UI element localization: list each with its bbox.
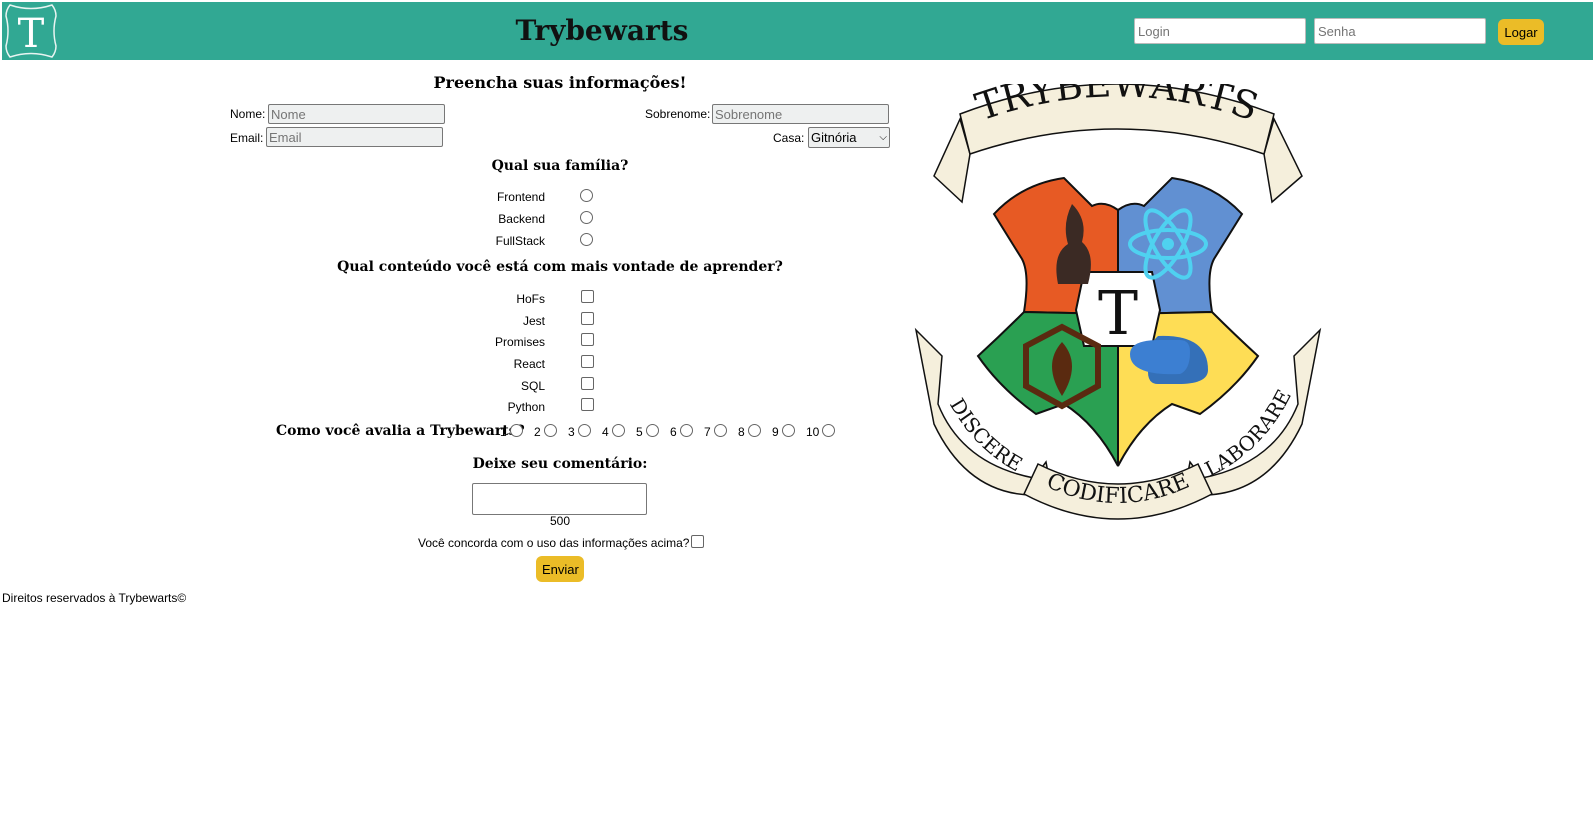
- name-input[interactable]: [268, 104, 445, 124]
- rating-label: 2: [534, 425, 541, 439]
- content-option[interactable]: Jest: [460, 312, 660, 330]
- header: T Trybewarts Logar: [2, 2, 1593, 60]
- email-input[interactable]: [266, 127, 443, 147]
- rating-label: 7: [704, 425, 711, 439]
- content-option[interactable]: HoFs: [460, 290, 660, 308]
- content-checkbox-react[interactable]: [581, 355, 594, 368]
- content-title: Qual conteúdo você está com mais vontade…: [337, 259, 783, 275]
- surname-input[interactable]: [712, 104, 889, 124]
- rating-label: 8: [738, 425, 745, 439]
- rating-radio[interactable]: [510, 424, 523, 437]
- footer-text: Direitos reservados à Trybewarts©: [2, 591, 187, 605]
- rating-label: 6: [670, 425, 677, 439]
- rating-label: 1: [500, 425, 507, 439]
- content-option-label: Python: [507, 400, 545, 414]
- house-select-value: Gitnória: [811, 130, 857, 145]
- family-option[interactable]: Frontend: [460, 188, 660, 206]
- svg-text:T: T: [1098, 279, 1138, 349]
- rating-title: Como você avalia a Trybewarts?: [276, 423, 525, 439]
- content-option-label: SQL: [520, 379, 545, 393]
- content-option[interactable]: Promises: [460, 333, 660, 351]
- rating-radio[interactable]: [748, 424, 761, 437]
- rating-radio[interactable]: [612, 424, 625, 437]
- rating-label: 10: [806, 425, 820, 439]
- content-option[interactable]: React: [460, 355, 660, 373]
- content-option[interactable]: Python: [460, 398, 660, 416]
- login-button[interactable]: Logar: [1498, 19, 1544, 45]
- rating-radio[interactable]: [714, 424, 727, 437]
- chevron-down-icon: ⌵: [879, 132, 887, 143]
- shield: T: [976, 176, 1260, 467]
- rating-radio[interactable]: [544, 424, 557, 437]
- email-label: Email:: [230, 131, 264, 145]
- rating-radio[interactable]: [680, 424, 693, 437]
- rating-radio[interactable]: [822, 424, 835, 437]
- comment-textarea[interactable]: [472, 483, 647, 515]
- top-banner: TRYBEWARTS: [933, 84, 1303, 204]
- comment-title: Deixe seu comentário:: [472, 456, 648, 472]
- content-option-label: Promises: [494, 335, 545, 349]
- brand-title: Trybewarts: [515, 14, 689, 47]
- content-checkbox-promises[interactable]: [581, 333, 594, 346]
- rating-radio[interactable]: [646, 424, 659, 437]
- form-title: Preencha suas informações!: [433, 73, 687, 92]
- family-option-label: Frontend: [496, 190, 545, 204]
- password-input[interactable]: [1314, 18, 1486, 44]
- agreement-checkbox[interactable]: [691, 535, 704, 548]
- content-option-label: Jest: [522, 314, 545, 328]
- content-checkbox-jest[interactable]: [581, 312, 594, 325]
- agreement-label: Você concorda com o uso das informações …: [418, 536, 690, 550]
- rating-label: 9: [772, 425, 779, 439]
- family-option-label: FullStack: [495, 234, 545, 248]
- content-checkbox-hofs[interactable]: [581, 290, 594, 303]
- comment-counter: 500: [549, 514, 571, 528]
- family-option[interactable]: FullStack: [460, 232, 660, 250]
- rating-radio[interactable]: [782, 424, 795, 437]
- rating-label: 4: [602, 425, 609, 439]
- submit-button[interactable]: Enviar: [536, 556, 584, 582]
- rating-label: 5: [636, 425, 643, 439]
- family-radio-backend[interactable]: [580, 211, 593, 224]
- content-option-label: React: [513, 357, 545, 371]
- content-checkbox-sql[interactable]: [581, 377, 594, 390]
- login-input[interactable]: [1134, 18, 1306, 44]
- rating-label: 3: [568, 425, 575, 439]
- family-radio-fullstack[interactable]: [580, 233, 593, 246]
- family-radio-frontend[interactable]: [580, 189, 593, 202]
- trybewarts-crest: TRYBEWARTS T: [914, 84, 1322, 520]
- family-option-label: Backend: [498, 212, 545, 226]
- surname-label: Sobrenome:: [645, 107, 711, 121]
- family-option[interactable]: Backend: [460, 210, 660, 228]
- rating-radio[interactable]: [578, 424, 591, 437]
- house-label: Casa:: [773, 131, 805, 145]
- content-option[interactable]: SQL: [460, 377, 660, 395]
- content-option-label: HoFs: [516, 292, 545, 306]
- family-title: Qual sua família?: [491, 158, 629, 174]
- content-checkbox-python[interactable]: [581, 398, 594, 411]
- house-select[interactable]: Gitnória ⌵: [808, 127, 890, 148]
- name-label: Nome:: [230, 107, 266, 121]
